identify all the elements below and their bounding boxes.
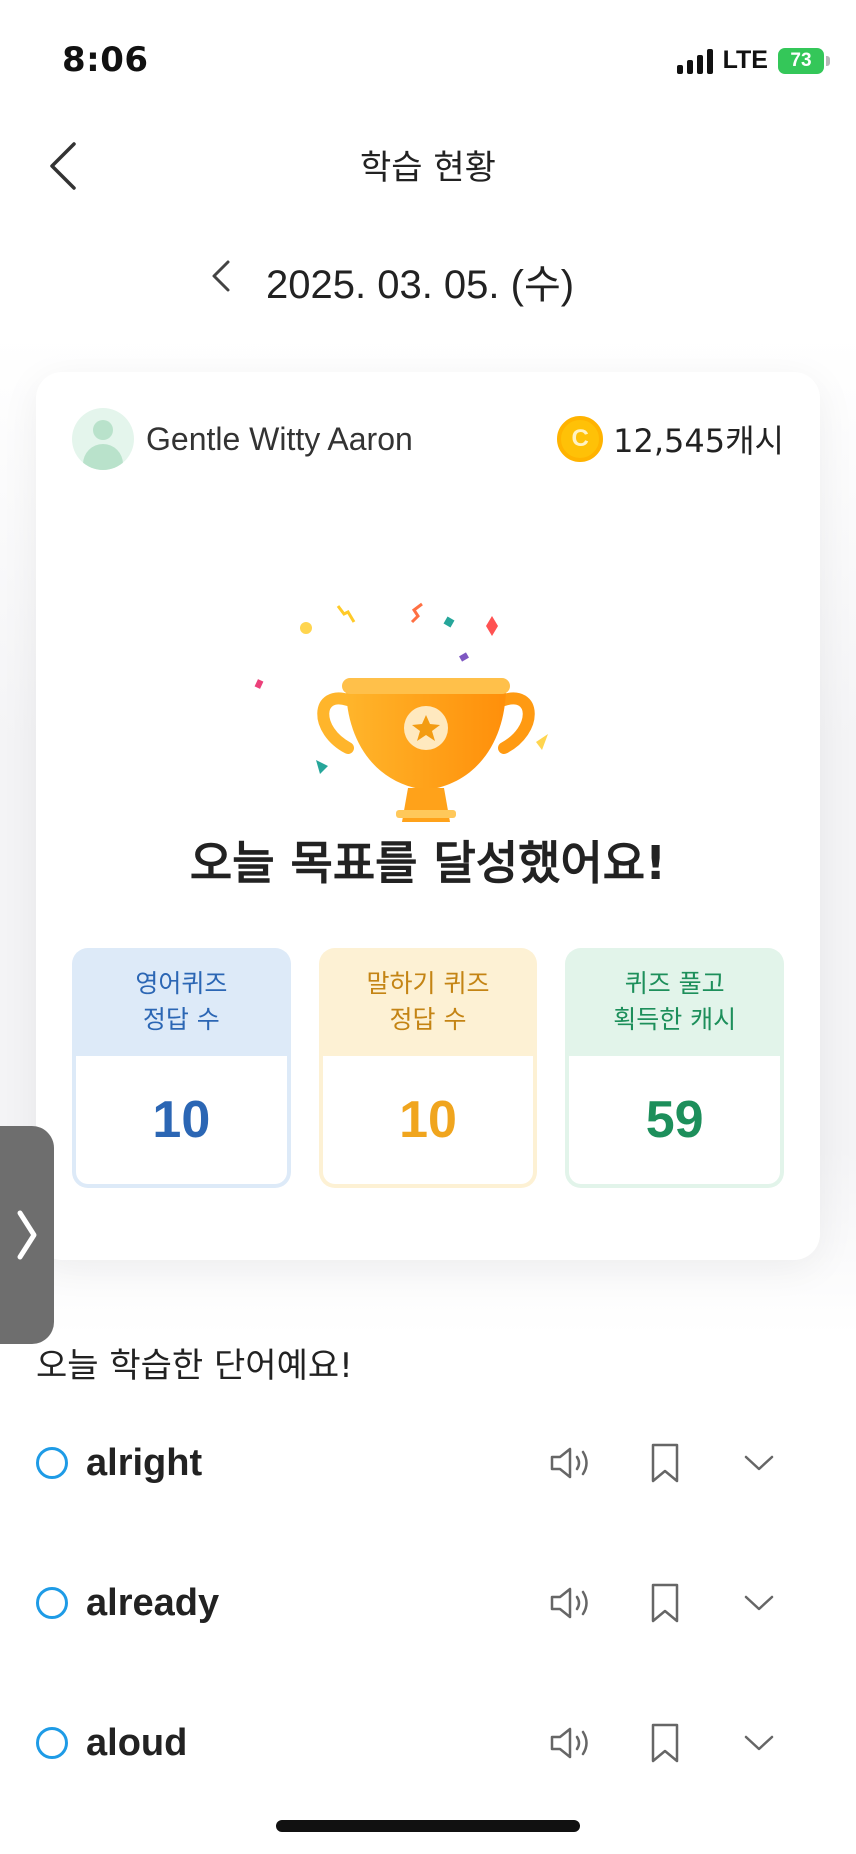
chevron-left-icon (212, 260, 230, 292)
list-item[interactable]: aloud (36, 1708, 820, 1778)
chevron-down-icon (744, 1455, 774, 1471)
pronounce-button[interactable] (546, 1438, 596, 1488)
cash-amount: 12,545캐시 (613, 422, 784, 460)
stat-earned-cash: 퀴즈 풀고 획득한 캐시 59 (565, 948, 785, 1188)
stats-row: 영어퀴즈 정답 수 10 말하기 퀴즈 정답 수 10 퀴즈 풀고 획득한 캐시… (72, 948, 785, 1188)
word-text: aloud (86, 1721, 188, 1764)
list-item[interactable]: alright (36, 1428, 820, 1498)
expand-button[interactable] (734, 1718, 784, 1768)
stat-label: 말하기 퀴즈 정답 수 (366, 969, 490, 1034)
home-indicator[interactable] (276, 1820, 580, 1832)
bookmark-icon (651, 1583, 679, 1623)
speaker-icon (550, 1447, 588, 1479)
expand-button[interactable] (734, 1438, 784, 1488)
word-check-circle[interactable] (36, 1727, 68, 1759)
cash-balance: C 12,545캐시 (557, 416, 784, 462)
stat-speaking-quiz: 말하기 퀴즈 정답 수 10 (318, 948, 538, 1188)
list-item[interactable]: already (36, 1568, 820, 1638)
bookmark-icon (651, 1723, 679, 1763)
stat-value: 59 (569, 1056, 781, 1184)
word-text: alright (86, 1441, 203, 1484)
bookmark-icon (651, 1443, 679, 1483)
bookmark-button[interactable] (640, 1578, 690, 1628)
battery-level: 73 (778, 47, 824, 74)
signal-icon (676, 48, 713, 74)
battery-icon: 73 (778, 47, 830, 74)
date-navigator: 2025. 03. 05. (수) (0, 248, 856, 307)
trophy-icon (254, 602, 548, 822)
pronounce-button[interactable] (546, 1578, 596, 1628)
words-section-title: 오늘 학습한 단어예요! (36, 1346, 353, 1386)
network-label: LTE (722, 46, 768, 74)
status-bar: 8:06 LTE 73 (0, 0, 856, 120)
chevron-down-icon (744, 1735, 774, 1751)
achievement-message: 오늘 목표를 달성했어요! (189, 836, 667, 890)
stat-value: 10 (76, 1056, 287, 1184)
current-date: 2025. 03. 05. (수) (266, 263, 575, 307)
bookmark-button[interactable] (640, 1438, 690, 1488)
speaker-icon (550, 1587, 588, 1619)
status-time: 8:06 (62, 40, 149, 80)
coin-icon: C (557, 416, 604, 462)
pronounce-button[interactable] (546, 1718, 596, 1768)
stat-label: 영어퀴즈 정답 수 (135, 969, 228, 1034)
previous-date-button[interactable] (206, 254, 240, 298)
user-profile[interactable]: Gentle Witty Aaron (72, 408, 413, 470)
word-check-circle[interactable] (36, 1587, 68, 1619)
chevron-right-icon (17, 1210, 37, 1260)
stat-english-quiz: 영어퀴즈 정답 수 10 (72, 948, 291, 1188)
expand-button[interactable] (734, 1578, 784, 1628)
chevron-down-icon (744, 1595, 774, 1611)
user-name: Gentle Witty Aaron (146, 420, 413, 457)
stat-value: 10 (322, 1056, 534, 1184)
bookmark-button[interactable] (640, 1718, 690, 1768)
avatar (72, 408, 134, 470)
side-panel-tab[interactable] (0, 1126, 54, 1344)
page-title: 학습 현황 (360, 148, 496, 188)
word-check-circle[interactable] (36, 1447, 68, 1479)
speaker-icon (550, 1727, 588, 1759)
status-indicators: LTE 73 (676, 46, 830, 75)
stat-label: 퀴즈 풀고 획득한 캐시 (613, 969, 737, 1034)
achievement-card: Gentle Witty Aaron C 12,545캐시 오늘 목표를 달성했… (36, 372, 820, 1260)
word-text: already (86, 1581, 220, 1624)
